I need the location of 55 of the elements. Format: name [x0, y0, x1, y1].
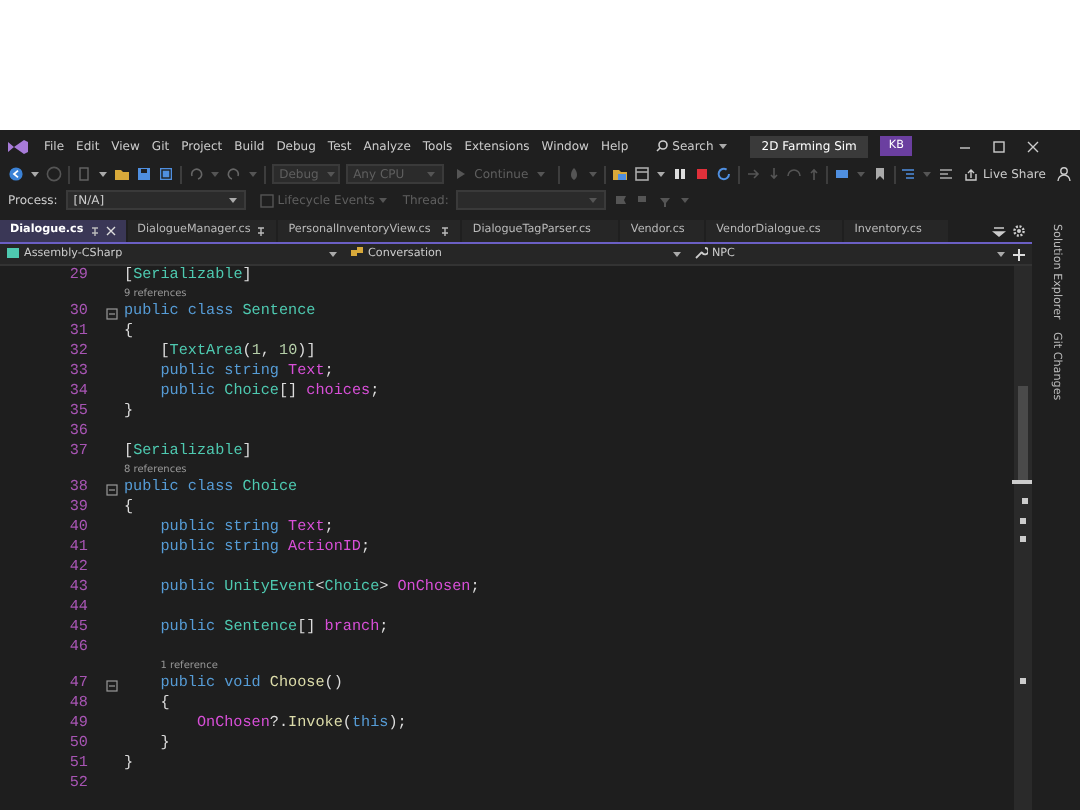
scrollbar-thumb[interactable]: [1018, 386, 1028, 482]
comment-icon[interactable]: [938, 166, 955, 182]
caret-icon: [227, 196, 238, 204]
events-icon: [259, 193, 274, 207]
collapse-icon[interactable]: [106, 484, 118, 496]
person-icon[interactable]: [1055, 166, 1072, 182]
scrollbar[interactable]: [1014, 266, 1032, 810]
bookmark-icon[interactable]: [871, 166, 888, 182]
pause-icon[interactable]: [671, 166, 688, 182]
window-icon[interactable]: [633, 166, 650, 182]
caret-icon[interactable]: [672, 249, 682, 258]
save-all-icon[interactable]: [157, 166, 174, 182]
caret-icon[interactable]: [30, 170, 40, 178]
pin-icon[interactable]: [256, 225, 267, 237]
app-logo-icon: [6, 137, 30, 155]
tab-list-icon[interactable]: [992, 224, 1006, 238]
pin-icon[interactable]: [440, 225, 451, 237]
caret-icon[interactable]: [97, 170, 108, 178]
collapse-icon[interactable]: [106, 308, 118, 320]
caret-icon: [326, 170, 337, 178]
stop-icon[interactable]: [693, 166, 710, 182]
play-icon: [456, 168, 467, 180]
caret-icon[interactable]: [996, 249, 1006, 258]
share-icon: [964, 167, 979, 181]
restart-icon[interactable]: [715, 166, 732, 182]
redo-icon[interactable]: [225, 166, 242, 182]
pin-icon[interactable]: [89, 225, 100, 237]
scroll-marker: [1020, 678, 1026, 684]
scroll-marker: [1020, 536, 1026, 542]
settings-icon[interactable]: [1012, 224, 1026, 238]
caret-icon: [536, 170, 547, 178]
close-icon[interactable]: [105, 226, 116, 236]
caret-icon: [588, 196, 599, 204]
caret-icon[interactable]: [328, 249, 338, 258]
search-icon: [656, 140, 669, 152]
scroll-marker: [1022, 498, 1028, 504]
caret-icon: [426, 170, 437, 178]
caret-marker: [1012, 480, 1032, 484]
indent-icon[interactable]: [900, 166, 917, 182]
add-icon[interactable]: [1012, 247, 1026, 261]
class-icon: [350, 246, 364, 261]
caret-icon: [378, 196, 389, 204]
caret-icon[interactable]: [717, 142, 728, 150]
folder-icon[interactable]: [113, 166, 130, 182]
folder-icon[interactable]: [611, 166, 628, 182]
project-icon: [6, 246, 20, 261]
undo-icon[interactable]: [187, 166, 204, 182]
back-icon[interactable]: [8, 166, 24, 182]
save-icon[interactable]: [135, 166, 152, 182]
close-icon: [1025, 139, 1040, 153]
caret-icon[interactable]: [655, 170, 666, 178]
wrench-icon: [694, 246, 708, 261]
collapse-icon[interactable]: [106, 680, 118, 692]
scroll-marker: [1020, 518, 1026, 524]
maximize-icon: [991, 139, 1006, 153]
